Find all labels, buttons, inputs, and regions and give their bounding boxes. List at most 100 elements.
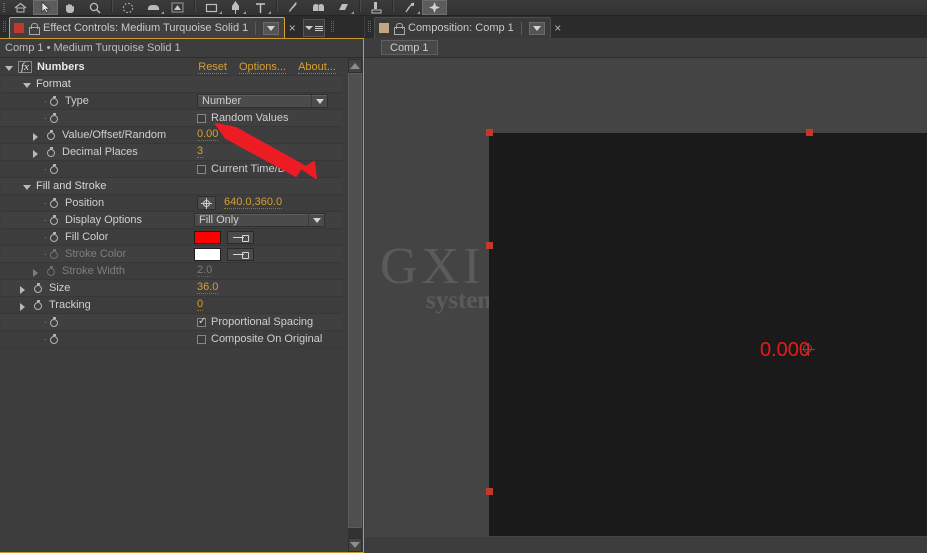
- effect-controls-scrollbar[interactable]: [348, 59, 362, 552]
- anchor-point-icon[interactable]: [802, 343, 815, 356]
- close-icon[interactable]: ×: [285, 17, 299, 38]
- brush-tool-icon[interactable]: [282, 0, 307, 15]
- current-time-date-checkbox[interactable]: [197, 164, 206, 174]
- type-tool-icon[interactable]: [248, 0, 273, 15]
- proportional-spacing-checkbox[interactable]: [197, 316, 206, 327]
- twirl-right-icon[interactable]: [32, 267, 41, 277]
- stopwatch-icon[interactable]: [46, 146, 57, 158]
- tab-composition[interactable]: Composition: Comp 1: [374, 17, 551, 38]
- property-group-fill-and-stroke[interactable]: Fill and Stroke: [1, 178, 342, 195]
- about-button[interactable]: About...: [298, 61, 336, 74]
- panel-grip-right[interactable]: [328, 16, 337, 38]
- eyedropper-icon[interactable]: [227, 230, 254, 244]
- panel-grip[interactable]: [365, 16, 374, 38]
- chevron-down-icon[interactable]: [308, 214, 324, 226]
- stopwatch-icon[interactable]: [49, 333, 60, 345]
- scroll-down-icon[interactable]: [348, 538, 362, 552]
- twirl-right-icon[interactable]: [19, 301, 28, 311]
- zoom-tool-icon[interactable]: [83, 0, 108, 15]
- stopwatch-icon[interactable]: [33, 299, 44, 311]
- effect-header-row[interactable]: fx Numbers Reset Options... About...: [1, 59, 342, 76]
- reset-button[interactable]: Reset: [198, 61, 227, 74]
- workspace-icon[interactable]: [422, 0, 448, 15]
- twirl-down-icon[interactable]: [5, 63, 14, 72]
- property-row-display-options[interactable]: · Display Options Fill Only: [1, 212, 342, 229]
- pen-tool-icon[interactable]: [224, 0, 249, 15]
- stopwatch-icon[interactable]: [49, 112, 60, 124]
- random-values-checkbox[interactable]: [197, 113, 206, 123]
- stroke-color-swatch[interactable]: [194, 247, 221, 261]
- home-icon[interactable]: [9, 0, 34, 15]
- chevron-down-icon[interactable]: [528, 21, 545, 35]
- shape-tool-icon[interactable]: [199, 0, 224, 15]
- stroke-width-value[interactable]: 2.0: [197, 265, 213, 277]
- selection-tool-icon[interactable]: [33, 0, 59, 15]
- size-value[interactable]: 36.0: [197, 282, 219, 294]
- stopwatch-icon[interactable]: [46, 129, 57, 141]
- tab-effect-controls[interactable]: Effect Controls: Medium Turquoise Solid …: [9, 17, 286, 38]
- scroll-up-icon[interactable]: [348, 59, 362, 73]
- property-row-stroke-color[interactable]: · Stroke Color: [1, 246, 342, 263]
- twirl-right-icon[interactable]: [19, 284, 28, 294]
- layer-handle-bottom-left[interactable]: [486, 488, 493, 495]
- twirl-right-icon[interactable]: [32, 131, 41, 141]
- twirl-down-icon[interactable]: [23, 80, 32, 89]
- position-picker-icon[interactable]: [197, 196, 216, 210]
- property-row-stroke-width[interactable]: Stroke Width 2.0: [1, 263, 342, 280]
- pan-behind-tool-icon[interactable]: [141, 0, 166, 15]
- twirl-right-icon[interactable]: [32, 148, 41, 158]
- roto-brush-tool-icon[interactable]: [364, 0, 389, 15]
- property-group-format[interactable]: Format: [1, 76, 342, 93]
- toolbar-grip[interactable]: [0, 0, 9, 16]
- mask-tool-icon[interactable]: [166, 0, 191, 15]
- clone-stamp-tool-icon[interactable]: [306, 0, 331, 15]
- panel-menu-icon[interactable]: [303, 19, 326, 37]
- property-row-size[interactable]: Size 36.0: [1, 280, 342, 297]
- layer-handle-top-left[interactable]: [486, 129, 493, 136]
- lock-icon[interactable]: [393, 22, 405, 35]
- fill-color-swatch[interactable]: [194, 230, 221, 244]
- solid-layer[interactable]: [489, 133, 927, 536]
- type-select[interactable]: Number: [197, 94, 328, 108]
- scrollbar-thumb[interactable]: [348, 73, 362, 528]
- puppet-pin-tool-icon[interactable]: [398, 0, 423, 15]
- property-row-current-time-date[interactable]: · Current Time/Date: [1, 161, 342, 178]
- stopwatch-icon[interactable]: [49, 214, 60, 226]
- composition-viewer[interactable]: GXI网 system.com 0.000: [365, 59, 927, 537]
- comp-navigator-chip[interactable]: Comp 1: [381, 40, 438, 55]
- stopwatch-icon[interactable]: [49, 197, 60, 209]
- tools-toolbar[interactable]: [0, 0, 927, 16]
- property-row-proportional-spacing[interactable]: · Proportional Spacing: [1, 314, 342, 331]
- stopwatch-icon[interactable]: [33, 282, 44, 294]
- position-value[interactable]: 640.0,360.0: [224, 197, 283, 209]
- eraser-tool-icon[interactable]: [331, 0, 356, 15]
- property-row-tracking[interactable]: Tracking 0: [1, 297, 342, 314]
- stopwatch-icon[interactable]: [49, 316, 60, 328]
- stopwatch-icon[interactable]: [49, 163, 60, 175]
- property-row-type[interactable]: · Type Number: [1, 93, 342, 110]
- property-row-random-values[interactable]: · Random Values: [1, 110, 342, 127]
- hand-tool-icon[interactable]: [58, 0, 83, 15]
- layer-handle-top-right[interactable]: [806, 129, 813, 136]
- options-button[interactable]: Options...: [239, 61, 287, 74]
- chevron-down-icon[interactable]: [263, 21, 280, 35]
- stopwatch-icon[interactable]: [49, 248, 60, 260]
- stopwatch-icon[interactable]: [46, 265, 57, 277]
- close-icon[interactable]: ×: [551, 17, 565, 38]
- stopwatch-icon[interactable]: [49, 95, 60, 107]
- stopwatch-icon[interactable]: [49, 231, 60, 243]
- tracking-value[interactable]: 0: [197, 299, 204, 311]
- property-row-fill-color[interactable]: · Fill Color: [1, 229, 342, 246]
- panel-grip[interactable]: [0, 16, 9, 38]
- lock-icon[interactable]: [28, 22, 40, 35]
- decimal-places-value[interactable]: 3: [197, 146, 204, 158]
- scrollbar-track[interactable]: [348, 73, 362, 538]
- eyedropper-icon[interactable]: [227, 247, 254, 261]
- twirl-down-icon[interactable]: [23, 182, 32, 191]
- property-row-value-offset-random-max[interactable]: Value/Offset/Random Ma 0.00: [1, 127, 342, 144]
- chevron-down-icon[interactable]: [311, 95, 327, 107]
- orbit-camera-tool-icon[interactable]: [116, 0, 141, 15]
- property-row-composite-on-original[interactable]: · Composite On Original: [1, 331, 342, 348]
- value-offset-random-max-value[interactable]: 0.00: [197, 129, 219, 141]
- composite-on-original-checkbox[interactable]: [197, 334, 206, 344]
